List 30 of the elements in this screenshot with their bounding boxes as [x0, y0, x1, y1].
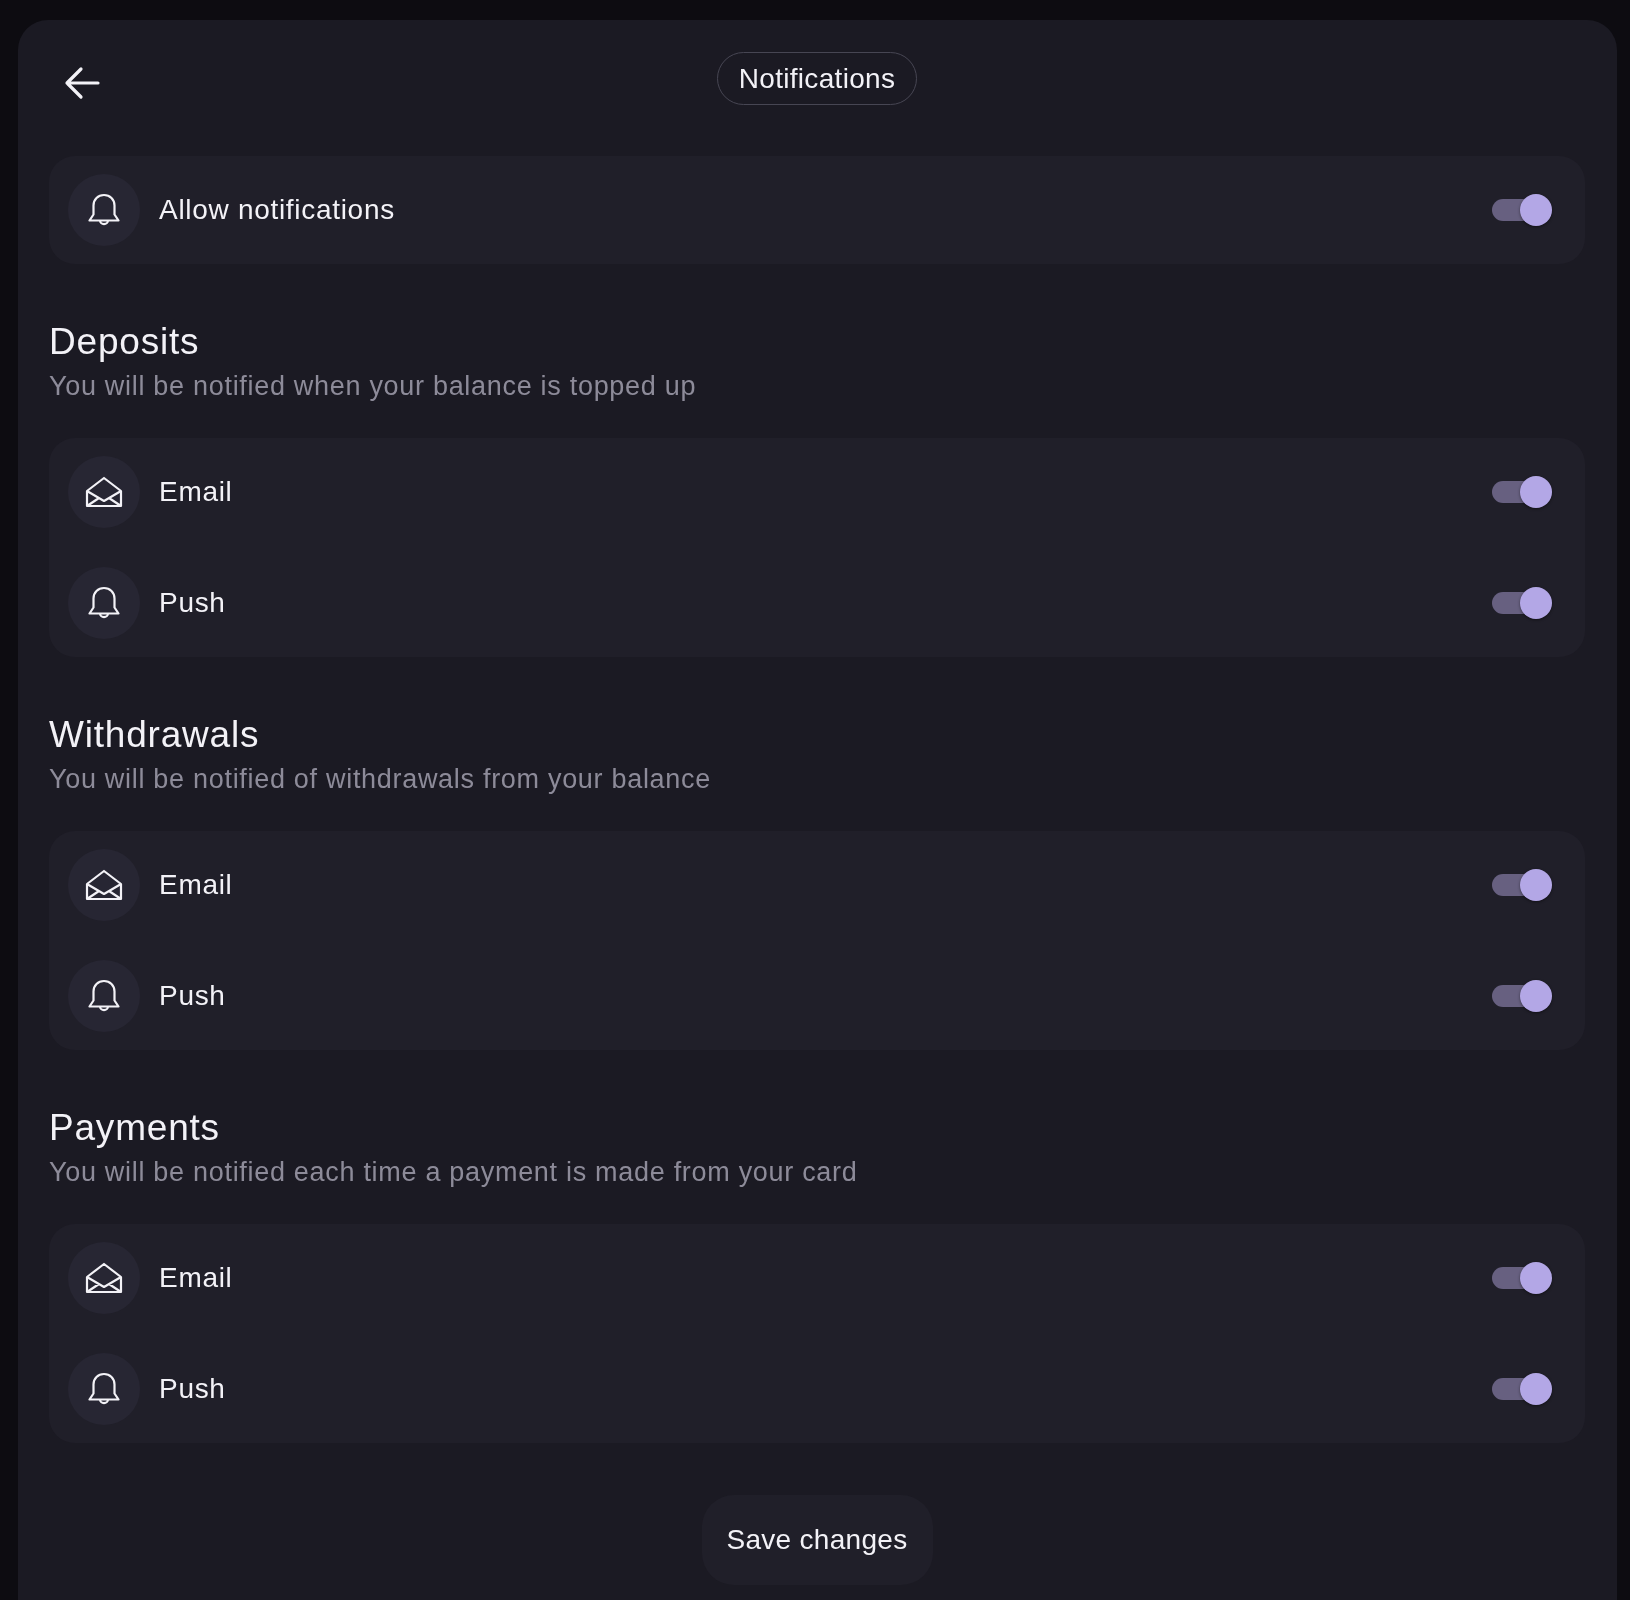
bell-icon	[68, 1353, 140, 1425]
bell-icon	[68, 960, 140, 1032]
setting-label: Push	[159, 587, 227, 619]
setting-label: Email	[159, 476, 234, 508]
toggle-switch[interactable]	[1492, 1373, 1552, 1405]
bell-icon	[68, 567, 140, 639]
envelope-icon	[68, 1242, 140, 1314]
setting-label: Email	[159, 869, 234, 901]
toggle-switch[interactable]	[1492, 194, 1552, 226]
arrow-left-icon	[64, 66, 100, 100]
envelope-icon	[68, 849, 140, 921]
toggle-switch[interactable]	[1492, 1262, 1552, 1294]
setting-label: Email	[159, 1262, 234, 1294]
toggle-switch[interactable]	[1492, 869, 1552, 901]
envelope-icon	[68, 456, 140, 528]
save-button[interactable]: Save changes	[701, 1495, 933, 1585]
section-description: You will be notified when your balance is topped up	[49, 370, 698, 402]
toggle-switch[interactable]	[1492, 476, 1552, 508]
bell-icon	[68, 174, 140, 246]
toggle-switch[interactable]	[1492, 980, 1552, 1012]
section-heading: Withdrawals	[49, 714, 261, 756]
setting-label: Push	[159, 980, 227, 1012]
section-heading: Deposits	[49, 321, 201, 363]
back-button[interactable]	[64, 66, 100, 100]
section-description: You will be notified of withdrawals from your balance	[49, 763, 712, 795]
setting-label: Push	[159, 1373, 227, 1405]
setting-label: Allow notifications	[159, 194, 396, 226]
section-heading: Payments	[49, 1107, 221, 1149]
section-description: You will be notified each time a payment is made from your card	[49, 1156, 859, 1188]
toggle-switch[interactable]	[1492, 587, 1552, 619]
